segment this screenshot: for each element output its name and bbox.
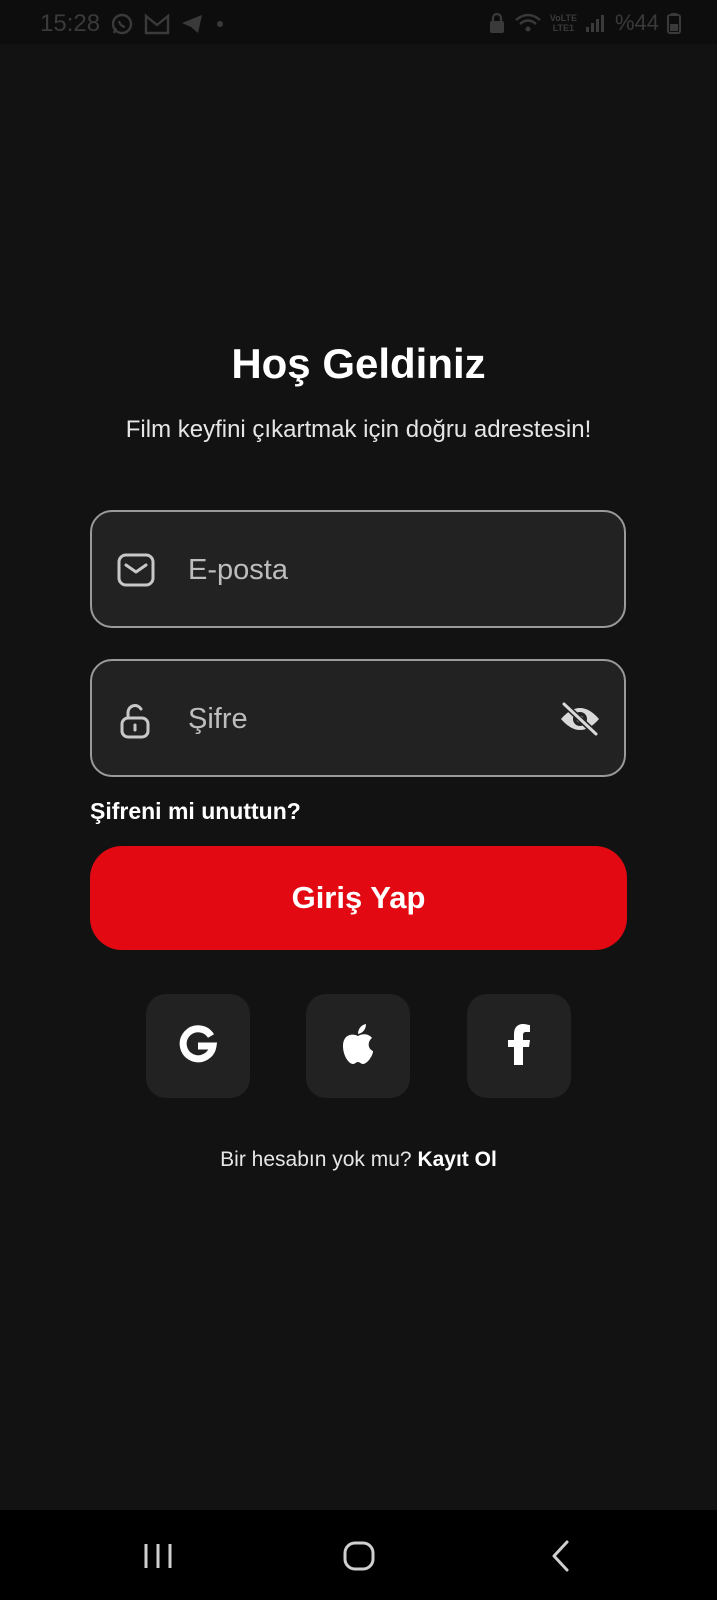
password-field[interactable] bbox=[90, 659, 626, 777]
navigation-bar bbox=[0, 1510, 717, 1600]
email-field[interactable] bbox=[90, 510, 626, 628]
facebook-login-button[interactable] bbox=[467, 994, 571, 1098]
google-login-button[interactable] bbox=[146, 994, 250, 1098]
facebook-icon bbox=[506, 1023, 532, 1070]
back-icon[interactable] bbox=[536, 1534, 586, 1578]
recent-apps-icon[interactable] bbox=[133, 1534, 183, 1578]
status-bar: 15:28 VoLTE LTE1 %44 bbox=[0, 0, 717, 44]
telegram-icon bbox=[180, 13, 204, 35]
network-label-bottom: LTE1 bbox=[552, 23, 575, 33]
eye-off-icon[interactable] bbox=[558, 701, 602, 737]
battery-percentage: %44 bbox=[614, 10, 659, 35]
dot-icon bbox=[214, 18, 226, 30]
password-input[interactable] bbox=[188, 691, 528, 747]
login-button[interactable]: Giriş Yap bbox=[90, 846, 627, 950]
network-label-top: VoLTE bbox=[549, 13, 577, 23]
forgot-password-link[interactable]: Şifreni mi unuttun? bbox=[90, 798, 301, 825]
gmail-icon bbox=[144, 13, 170, 35]
home-icon[interactable] bbox=[334, 1534, 384, 1578]
signal-icon bbox=[585, 13, 607, 33]
lock-open-icon bbox=[116, 701, 156, 739]
wifi-icon bbox=[514, 12, 542, 34]
signup-prompt: Bir hesabın yok mu? bbox=[220, 1148, 412, 1171]
apple-icon bbox=[339, 1022, 377, 1071]
mail-icon bbox=[116, 552, 156, 588]
google-icon bbox=[178, 1024, 218, 1069]
email-input[interactable] bbox=[188, 542, 528, 598]
signup-row: Bir hesabın yok mu? Kayıt Ol bbox=[0, 1148, 717, 1172]
apple-login-button[interactable] bbox=[306, 994, 410, 1098]
status-time: 15:28 bbox=[40, 10, 101, 37]
whatsapp-icon bbox=[110, 12, 134, 36]
status-left: 15:28 bbox=[40, 10, 226, 38]
lock-icon bbox=[488, 12, 506, 34]
status-right: VoLTE LTE1 %44 bbox=[488, 10, 681, 36]
network-type-label: VoLTE LTE1 bbox=[550, 13, 577, 33]
signup-link[interactable]: Kayıt Ol bbox=[417, 1148, 496, 1171]
page-subtitle: Film keyfini çıkartmak için doğru adrest… bbox=[125, 416, 592, 443]
battery-icon bbox=[667, 12, 681, 34]
page-title: Hoş Geldiniz bbox=[231, 340, 486, 387]
